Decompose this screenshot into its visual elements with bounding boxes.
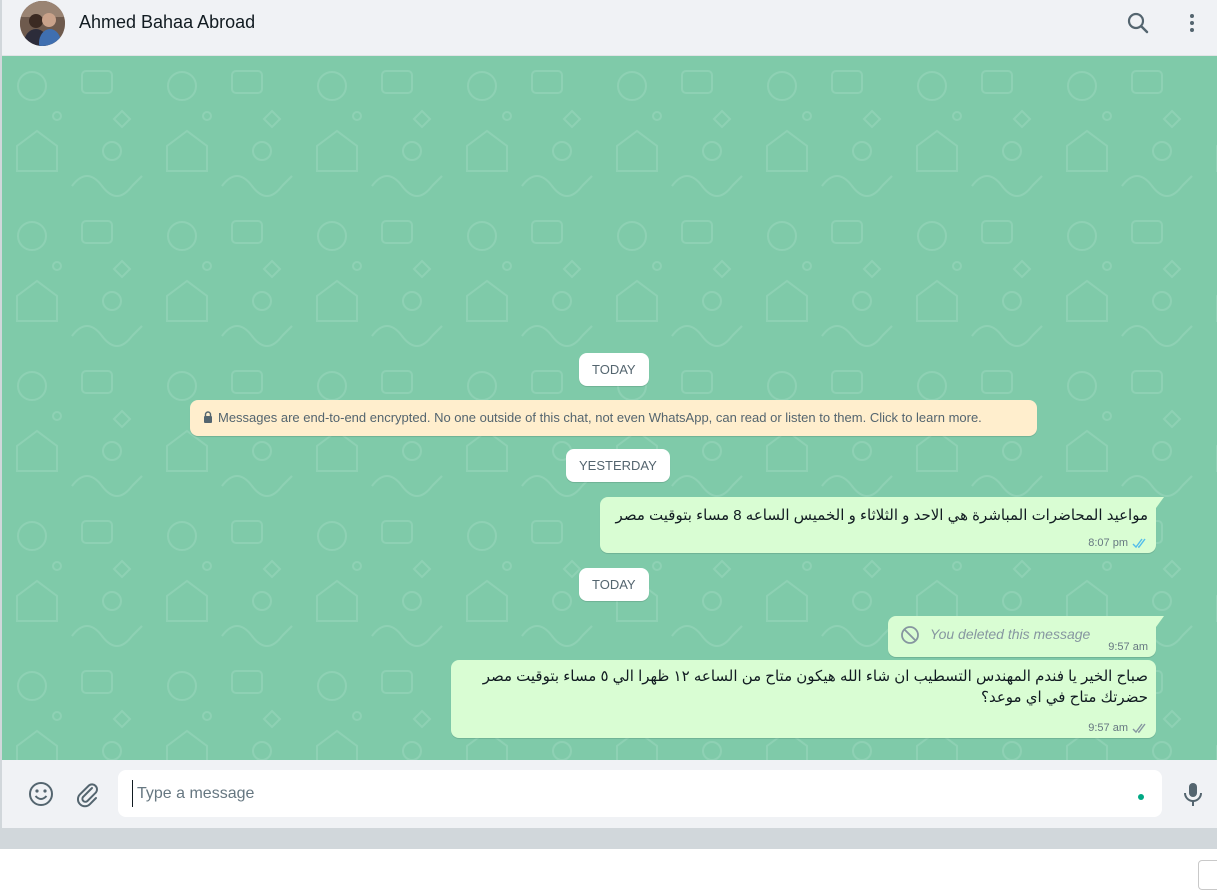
chat-header[interactable]: Ahmed Bahaa Abroad	[2, 0, 1217, 56]
message-meta: 8:07 pm	[1088, 537, 1148, 549]
message-meta: 9:57 am	[1108, 641, 1148, 653]
lock-icon	[204, 411, 212, 423]
attach-icon[interactable]	[73, 780, 101, 808]
deleted-message-bubble[interactable]: You deleted this message 9:57 am	[888, 616, 1164, 657]
contact-name[interactable]: Ahmed Bahaa Abroad	[79, 12, 255, 33]
emoji-icon[interactable]	[27, 780, 55, 808]
corner-button[interactable]	[1198, 860, 1217, 890]
message-line-2: حضرتك متاح في اي موعد؟	[980, 689, 1148, 706]
chat-area[interactable]: TODAY Messages are end-to-end encrypted.…	[2, 56, 1217, 760]
menu-icon[interactable]	[1179, 10, 1205, 36]
message-meta: 9:57 am	[1088, 722, 1148, 734]
bubble-tail	[1156, 616, 1164, 627]
message-time: 9:57 am	[1108, 641, 1148, 653]
bottom-strip	[0, 828, 1217, 849]
bottom-area	[0, 849, 1217, 893]
delivered-ticks-icon	[1132, 723, 1146, 733]
avatar[interactable]	[20, 1, 65, 46]
encryption-notice[interactable]: Messages are end-to-end encrypted. No on…	[190, 400, 1037, 436]
deleted-message-text: You deleted this message	[930, 626, 1091, 642]
search-icon[interactable]	[1125, 10, 1151, 36]
encryption-notice-text: Messages are end-to-end encrypted. No on…	[218, 410, 982, 425]
message-line-1: صباح الخير يا فندم المهندس التسطيب ان شا…	[482, 668, 1148, 685]
message-composer	[2, 760, 1217, 828]
message-bubble-outgoing[interactable]: صباح الخير يا فندم المهندس التسطيب ان شا…	[451, 660, 1156, 738]
bubble-tail	[1156, 497, 1164, 508]
message-text: مواعيد المحاضرات المباشرة هي الاحد و الث…	[615, 507, 1148, 524]
message-time: 8:07 pm	[1088, 537, 1128, 549]
message-time: 9:57 am	[1088, 722, 1128, 734]
message-input[interactable]	[132, 780, 1112, 807]
status-dot	[1138, 794, 1144, 800]
whatsapp-chat-window: Ahmed Bahaa Abroad TODAY Messages are en…	[0, 0, 1217, 893]
message-text: صباح الخير يا فندم المهندس التسطيب ان شا…	[483, 666, 1148, 708]
date-divider-today-2: TODAY	[579, 568, 649, 601]
read-ticks-icon	[1132, 538, 1146, 548]
message-bubble-outgoing[interactable]: مواعيد المحاضرات المباشرة هي الاحد و الث…	[600, 497, 1164, 553]
message-input-box[interactable]	[118, 770, 1162, 817]
deleted-message-icon	[901, 626, 919, 644]
date-divider-yesterday: YESTERDAY	[566, 449, 670, 482]
mic-icon[interactable]	[1179, 780, 1207, 808]
date-divider-today: TODAY	[579, 353, 649, 386]
